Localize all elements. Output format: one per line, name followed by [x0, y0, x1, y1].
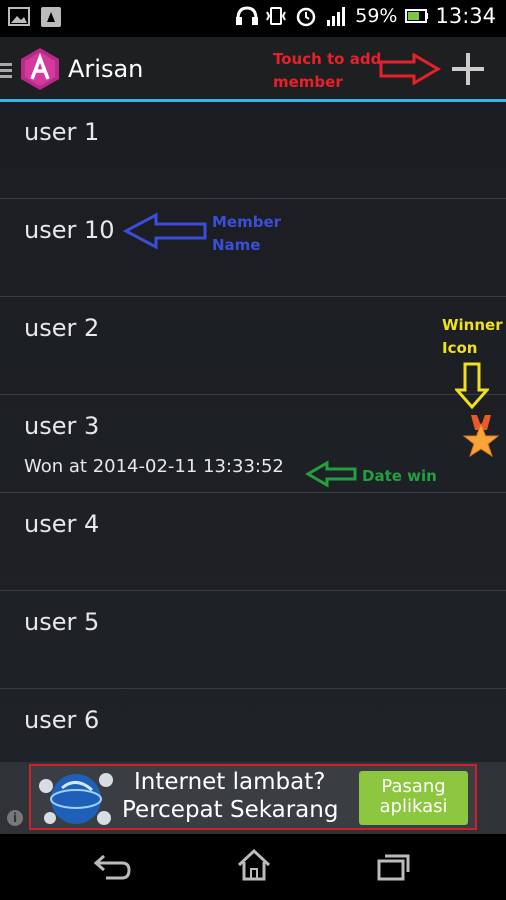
member-list[interactable]: user 1 user 10 user 2 user 3 Won at 2014…: [0, 102, 506, 762]
navigation-bar: [0, 834, 506, 900]
clock: 13:34: [435, 4, 496, 28]
yellow-arrow-down-icon: [455, 362, 489, 410]
annotation-add-member-line2: member: [273, 73, 343, 91]
status-bar: 59% 13:34: [0, 0, 506, 37]
annotation-member-name-line1: Member: [212, 213, 282, 231]
list-item[interactable]: user 5: [0, 592, 506, 689]
divider: [0, 492, 506, 493]
blue-arrow-left-icon: [123, 212, 207, 250]
annotation-winner-icon: Winner Icon: [442, 314, 503, 360]
member-name: user 1: [24, 118, 100, 146]
list-item[interactable]: user 4: [0, 494, 506, 591]
globe-robot-icon[interactable]: [36, 766, 120, 832]
red-arrow-right-icon: [379, 53, 441, 85]
ad-install-button-line1: Pasang: [381, 776, 446, 797]
recent-apps-icon[interactable]: [376, 852, 412, 886]
member-name: user 3: [24, 412, 100, 440]
back-icon[interactable]: [92, 852, 132, 886]
annotation-winner-icon-line1: Winner: [442, 316, 503, 334]
vibrate-icon: [265, 5, 287, 27]
list-item[interactable]: user 6: [0, 690, 506, 762]
win-date: Won at 2014-02-11 13:33:52: [24, 456, 284, 477]
member-name: user 6: [24, 706, 100, 734]
divider: [0, 394, 506, 395]
ad-install-button-line2: aplikasi: [379, 796, 448, 817]
list-item[interactable]: user 2: [0, 298, 506, 395]
divider: [0, 296, 506, 297]
app-title: Arisan: [68, 55, 144, 83]
member-name: user 2: [24, 314, 100, 342]
divider: [0, 688, 506, 689]
signal-icon: [325, 5, 347, 27]
home-icon[interactable]: [236, 848, 272, 886]
app-logo-icon[interactable]: [18, 47, 62, 95]
divider: [0, 590, 506, 591]
headset-icon: [235, 5, 259, 27]
member-name: user 5: [24, 608, 100, 636]
annotation-add-member: Touch to add member: [273, 48, 381, 94]
menu-icon[interactable]: [0, 62, 14, 84]
battery-percent: 59%: [355, 5, 398, 27]
medal-star-icon: [462, 414, 500, 462]
plus-icon[interactable]: [444, 46, 492, 94]
divider: [0, 198, 506, 199]
annotation-member-name: Member Name: [212, 211, 281, 257]
member-name: user 4: [24, 510, 100, 538]
green-arrow-left-icon: [305, 460, 357, 488]
list-item[interactable]: user 1: [0, 102, 506, 199]
alarm-icon: [295, 5, 317, 27]
add-member-button[interactable]: [444, 46, 492, 94]
member-name: user 10: [24, 216, 115, 244]
annotation-add-member-line1: Touch to add: [273, 50, 382, 68]
ad-subheadline[interactable]: Percepat Sekarang: [122, 797, 338, 823]
annotation-member-name-line2: Name: [212, 236, 261, 254]
picture-icon: [8, 6, 30, 28]
notification-icon: [40, 6, 62, 28]
ad-info-icon[interactable]: i: [7, 810, 23, 826]
annotation-date-win: Date win: [362, 467, 437, 485]
ad-install-button[interactable]: Pasang aplikasi: [359, 771, 468, 825]
annotation-winner-icon-line2: Icon: [442, 339, 478, 357]
ad-headline[interactable]: Internet lambat?: [134, 769, 325, 795]
battery-icon: [405, 5, 429, 27]
